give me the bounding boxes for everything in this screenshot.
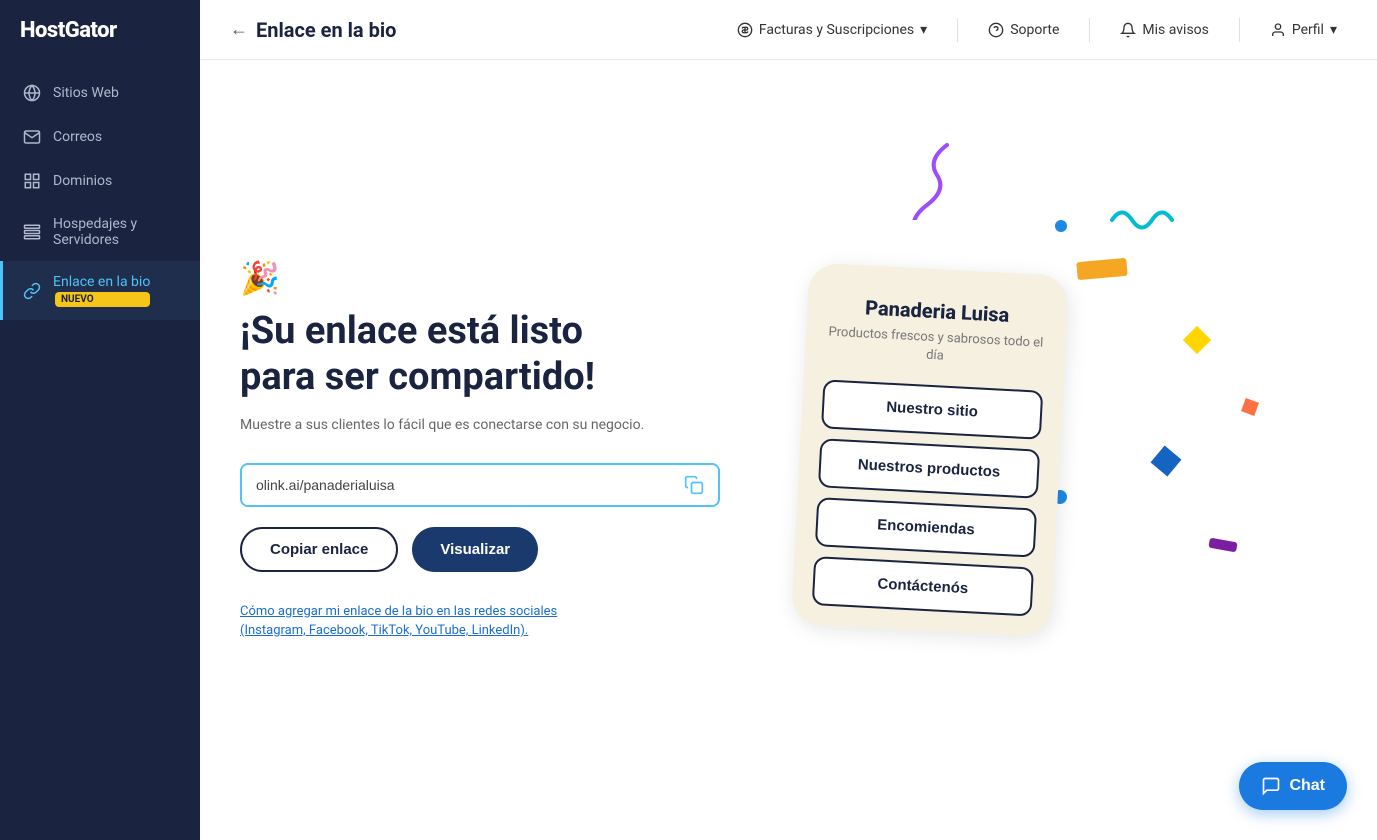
deco-blue-dot	[1055, 220, 1067, 232]
profile-label: Perfil	[1292, 22, 1324, 38]
link-icon	[23, 282, 41, 300]
support-menu[interactable]: Soporte	[978, 16, 1069, 44]
billing-chevron-icon: ▾	[920, 22, 927, 38]
chat-button[interactable]: Chat	[1239, 762, 1347, 810]
nav-divider-1	[957, 18, 958, 42]
chat-icon	[1261, 776, 1281, 796]
visualize-button[interactable]: Visualizar	[412, 527, 538, 572]
sidebar-item-correos[interactable]: Correos	[0, 115, 200, 159]
question-icon	[988, 22, 1004, 38]
copy-link-button[interactable]: Copiar enlace	[240, 527, 398, 572]
topnav: ← Enlace en la bio Facturas y Suscripcio…	[200, 0, 1377, 60]
sidebar-item-hospedajes-label: Hospedajes yServidores	[53, 216, 137, 248]
nav-divider-3	[1239, 18, 1240, 42]
sidebar-item-dominios-label: Dominios	[53, 173, 112, 189]
sidebar-item-enlace-bio[interactable]: Enlace en la bio NUEVO	[0, 261, 200, 320]
help-link[interactable]: Cómo agregar mi enlace de la bio en las …	[240, 602, 620, 641]
new-badge: NUEVO	[55, 292, 150, 307]
buttons-row: Copiar enlace Visualizar	[240, 527, 720, 572]
phone-btn-1[interactable]: Nuestros productos	[818, 438, 1040, 498]
mail-icon	[23, 128, 41, 146]
support-label: Soporte	[1010, 22, 1059, 38]
sidebar-item-correos-label: Correos	[53, 129, 102, 145]
sidebar-nav: Sitios Web Correos Dominios Hospedajes y…	[0, 61, 200, 330]
phone-mockup: Panaderia Luisa Productos frescos y sabr…	[791, 262, 1070, 637]
link-input-wrapper	[240, 463, 720, 507]
bell-icon	[1120, 22, 1136, 38]
clipboard-icon	[684, 475, 704, 495]
notices-menu[interactable]: Mis avisos	[1110, 16, 1218, 44]
user-icon	[1270, 22, 1286, 38]
sidebar-item-dominios[interactable]: Dominios	[0, 159, 200, 203]
link-input[interactable]	[242, 465, 670, 505]
sidebar-item-sitios-web[interactable]: Sitios Web	[0, 71, 200, 115]
phone-subtitle: Productos frescos y sabrosos todo el día	[825, 323, 1047, 371]
dollar-icon	[737, 22, 753, 38]
copy-icon-button[interactable]	[670, 465, 718, 505]
profile-chevron-icon: ▾	[1330, 22, 1337, 38]
back-button[interactable]: ← Enlace en la bio	[230, 18, 396, 42]
billing-menu[interactable]: Facturas y Suscripciones ▾	[727, 16, 937, 44]
page-content: 🎉 ¡Su enlace está listo para ser compart…	[200, 60, 1377, 840]
back-arrow-icon: ←	[230, 19, 248, 40]
main-area: ← Enlace en la bio Facturas y Suscripcio…	[200, 0, 1377, 840]
sidebar-item-sitios-web-label: Sitios Web	[53, 85, 119, 101]
nav-divider-2	[1089, 18, 1090, 42]
sidebar-item-hospedajes[interactable]: Hospedajes yServidores	[0, 203, 200, 261]
phone-btn-3[interactable]: Contáctenós	[812, 556, 1034, 616]
deco-teal-squiggle	[1107, 200, 1177, 244]
left-content: 🎉 ¡Su enlace está listo para ser compart…	[240, 259, 720, 640]
server-icon	[23, 223, 41, 241]
grid-icon	[23, 172, 41, 190]
subtitle: Muestre a sus clientes lo fácil que es c…	[240, 417, 720, 433]
profile-menu[interactable]: Perfil ▾	[1260, 16, 1347, 44]
globe-icon	[23, 84, 41, 102]
billing-label: Facturas y Suscripciones	[759, 22, 914, 38]
sidebar-item-enlace-bio-label: Enlace en la bio	[53, 274, 150, 290]
sidebar: HostGator Sitios Web Correos Dominios Ho…	[0, 0, 200, 840]
phone-title: Panaderia Luisa	[827, 293, 1048, 328]
deco-purple-squiggle	[897, 140, 957, 224]
page-title: Enlace en la bio	[256, 18, 396, 42]
party-emoji: 🎉	[240, 259, 720, 297]
chat-label: Chat	[1289, 777, 1325, 795]
logo: HostGator	[0, 0, 200, 61]
notices-label: Mis avisos	[1142, 22, 1208, 38]
phone-btn-2[interactable]: Encomiendas	[815, 497, 1037, 557]
content-wrapper: 🎉 ¡Su enlace está listo para ser compart…	[240, 259, 1337, 640]
main-title: ¡Su enlace está listo para ser compartid…	[240, 309, 720, 400]
phone-btn-0[interactable]: Nuestro sitio	[821, 380, 1043, 440]
